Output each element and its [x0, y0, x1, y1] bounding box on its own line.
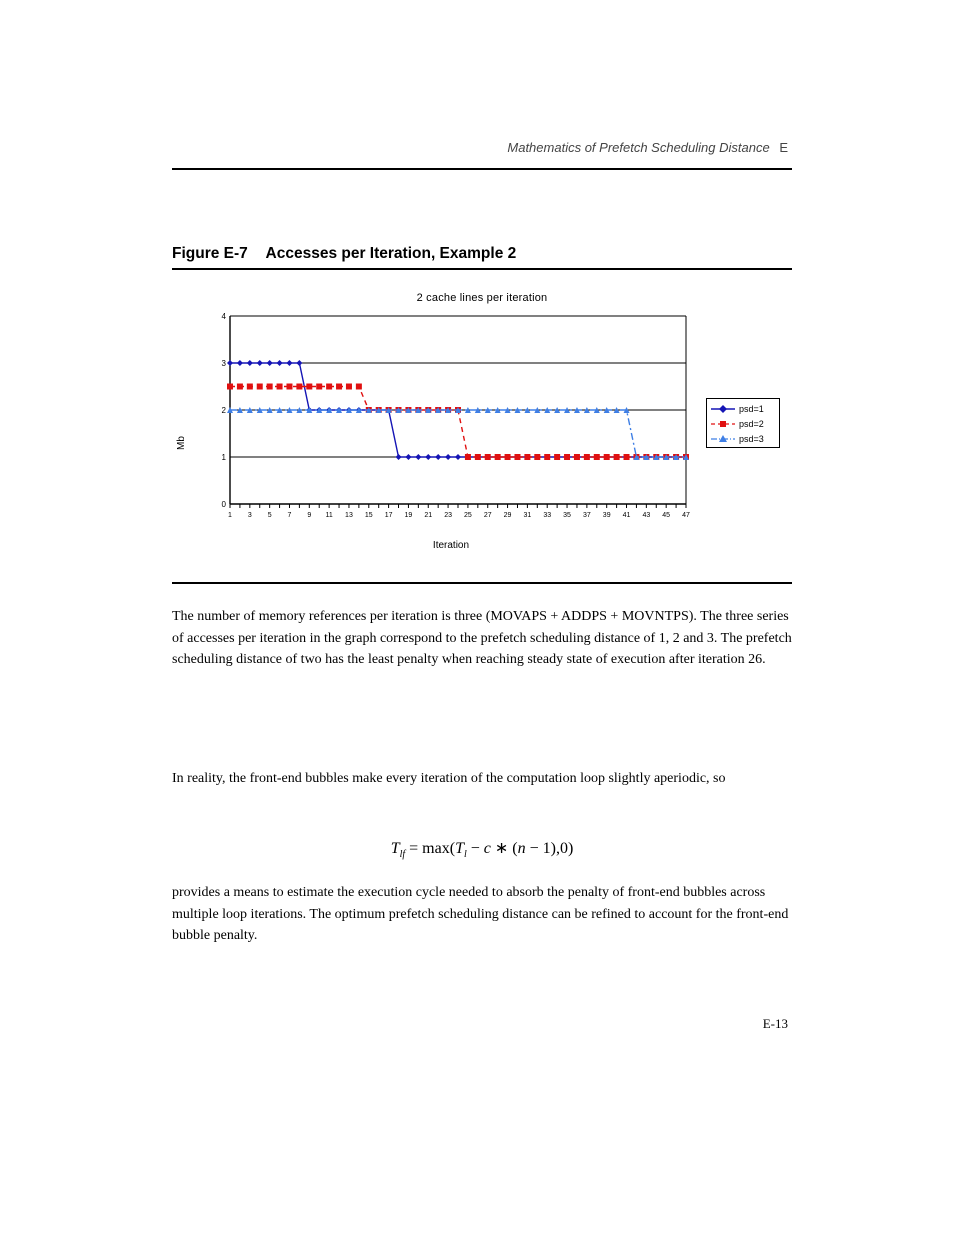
figure-top-rule [172, 268, 792, 270]
svg-text:15: 15 [365, 512, 373, 519]
svg-text:1: 1 [222, 453, 227, 462]
header-label: Mathematics of Prefetch Scheduling Dista… [507, 140, 769, 155]
svg-text:0: 0 [222, 500, 227, 509]
legend-swatch-psd3 [711, 434, 735, 444]
figure-title-text: Accesses per Iteration, Example 2 [266, 245, 517, 262]
svg-text:29: 29 [504, 512, 512, 519]
figure-caption: Figure E-7 Accesses per Iteration, Examp… [172, 245, 516, 263]
legend-label: psd=2 [739, 419, 764, 429]
page-header: Mathematics of Prefetch Scheduling Dista… [507, 140, 788, 155]
legend-item: psd=2 [711, 416, 775, 431]
paragraph: The number of memory references per iter… [172, 606, 792, 671]
chart-x-axis-label: Iteration [172, 540, 730, 551]
svg-text:3: 3 [248, 512, 252, 519]
svg-text:27: 27 [484, 512, 492, 519]
svg-text:45: 45 [662, 512, 670, 519]
svg-text:7: 7 [288, 512, 292, 519]
legend-swatch-psd2 [711, 419, 735, 429]
legend-item: psd=1 [711, 401, 775, 416]
svg-text:23: 23 [444, 512, 452, 519]
page-number: E-13 [763, 1016, 788, 1032]
svg-text:47: 47 [682, 512, 690, 519]
svg-text:41: 41 [623, 512, 631, 519]
svg-text:3: 3 [222, 359, 227, 368]
paragraph: In reality, the front-end bubbles make e… [172, 768, 792, 790]
paragraph: provides a means to estimate the executi… [172, 882, 792, 947]
chart-y-axis-label: Mb [176, 380, 188, 450]
legend-label: psd=1 [739, 404, 764, 414]
svg-text:39: 39 [603, 512, 611, 519]
svg-text:4: 4 [222, 312, 227, 321]
equation: Tlf = max(Tl − c ∗ (n − 1),0) [172, 838, 792, 860]
svg-text:43: 43 [642, 512, 650, 519]
svg-text:13: 13 [345, 512, 353, 519]
legend-item: psd=3 [711, 431, 775, 446]
svg-text:2: 2 [222, 406, 227, 415]
svg-text:17: 17 [385, 512, 393, 519]
header-number: E [779, 140, 788, 155]
svg-text:1: 1 [228, 512, 232, 519]
legend-swatch-psd1 [711, 404, 735, 414]
chart-container: 2 cache lines per iteration Mb 012341357… [172, 290, 792, 570]
chart-legend: psd=1 psd=2 psd=3 [706, 398, 780, 448]
svg-text:21: 21 [424, 512, 432, 519]
header-rule [172, 168, 792, 170]
svg-text:37: 37 [583, 512, 591, 519]
svg-text:25: 25 [464, 512, 472, 519]
svg-text:9: 9 [307, 512, 311, 519]
svg-text:33: 33 [543, 512, 551, 519]
svg-text:19: 19 [405, 512, 413, 519]
chart-title: 2 cache lines per iteration [172, 292, 792, 304]
svg-text:31: 31 [523, 512, 531, 519]
chart-plot: 0123413579111315171921232527293133353739… [212, 312, 690, 528]
legend-label: psd=3 [739, 434, 764, 444]
svg-text:35: 35 [563, 512, 571, 519]
svg-text:5: 5 [268, 512, 272, 519]
figure-bottom-rule [172, 582, 792, 584]
figure-label: Figure E-7 [172, 245, 248, 262]
svg-text:11: 11 [325, 512, 332, 519]
